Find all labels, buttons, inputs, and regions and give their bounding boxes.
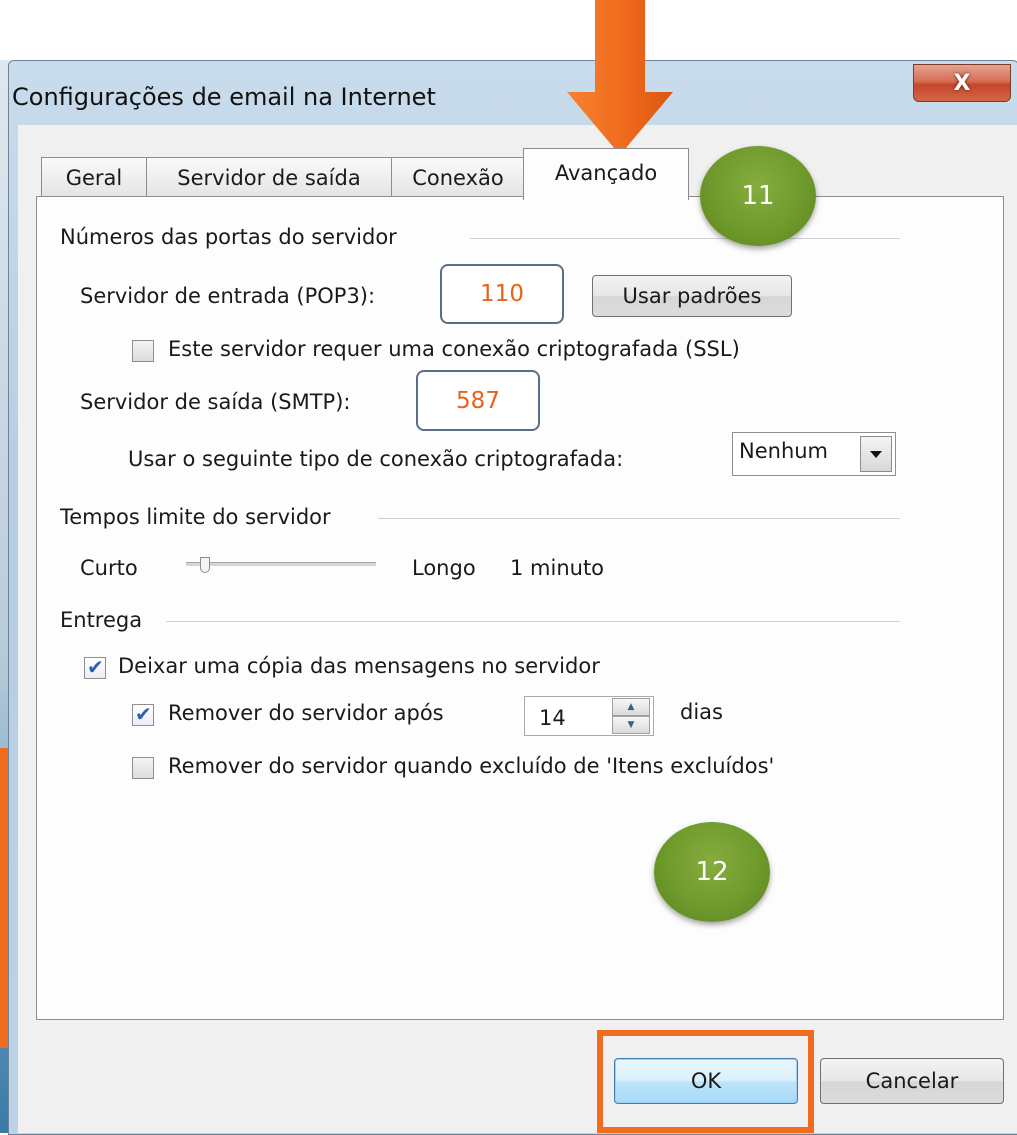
tab-avancado[interactable]: Avançado xyxy=(523,148,689,200)
tab-conexao[interactable]: Conexão xyxy=(391,157,525,197)
chevron-down-icon xyxy=(870,451,882,458)
leave-copy-checkbox[interactable] xyxy=(84,655,106,679)
timeout-short-label: Curto xyxy=(80,556,138,580)
step-12-badge: 12 xyxy=(654,822,770,922)
section-title-timeouts: Tempos limite do servidor xyxy=(60,505,331,529)
encryption-type-value: Nenhum xyxy=(739,439,829,463)
close-icon: X xyxy=(953,70,971,96)
spin-up-icon: ▲ xyxy=(627,702,635,712)
incoming-server-label: Servidor de entrada (POP3): xyxy=(80,284,376,308)
use-defaults-button[interactable]: Usar padrões xyxy=(592,275,792,317)
spin-down-button[interactable]: ▼ xyxy=(612,716,650,734)
timeout-slider-thumb[interactable] xyxy=(200,557,210,573)
section-divider xyxy=(378,518,900,519)
incoming-port-input[interactable]: 110 xyxy=(440,264,564,324)
section-divider xyxy=(166,621,900,622)
remove-after-label: Remover do servidor após xyxy=(168,701,444,725)
timeout-long-label: Longo xyxy=(412,556,476,580)
outgoing-server-label: Servidor de saída (SMTP): xyxy=(80,390,351,414)
ssl-checkbox[interactable] xyxy=(132,340,154,362)
dropdown-arrow-button[interactable] xyxy=(860,436,892,472)
tab-servidor-de-saida[interactable]: Servidor de saída xyxy=(146,157,392,197)
remove-deleted-checkbox[interactable] xyxy=(132,757,154,779)
step-11-badge: 11 xyxy=(700,146,816,246)
ok-highlight-frame xyxy=(597,1030,814,1133)
timeout-value: 1 minuto xyxy=(510,556,605,580)
remove-after-days-value: 14 xyxy=(539,706,566,730)
cancel-button[interactable]: Cancelar xyxy=(820,1058,1004,1104)
ssl-label: Este servidor requer uma conexão criptog… xyxy=(168,337,740,361)
section-title-delivery: Entrega xyxy=(60,608,143,632)
section-title-ports: Números das portas do servidor xyxy=(60,225,397,249)
remove-deleted-label: Remover do servidor quando excluído de '… xyxy=(168,754,775,778)
section-divider xyxy=(470,238,900,239)
encryption-type-label: Usar o seguinte tipo de conexão criptogr… xyxy=(128,447,624,471)
outgoing-port-input[interactable]: 587 xyxy=(416,370,540,431)
spin-up-button[interactable]: ▲ xyxy=(612,698,650,716)
spin-down-icon: ▼ xyxy=(627,720,635,730)
close-button[interactable]: X xyxy=(913,64,1011,102)
timeout-slider-track[interactable] xyxy=(186,562,376,566)
remove-after-checkbox[interactable] xyxy=(132,702,154,726)
window-title: Configurações de email na Internet xyxy=(12,83,436,111)
leave-copy-label: Deixar uma cópia das mensagens no servid… xyxy=(118,654,600,678)
days-label: dias xyxy=(680,700,723,724)
arrow-down-icon xyxy=(567,0,673,155)
tab-geral[interactable]: Geral xyxy=(41,157,147,197)
